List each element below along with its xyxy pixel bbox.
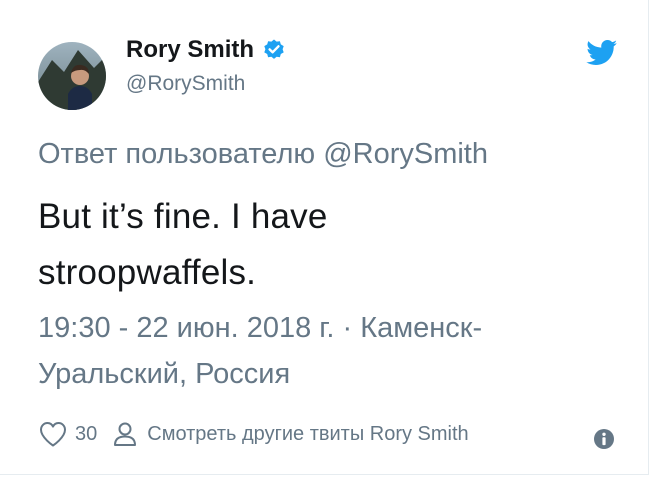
more-tweets-link[interactable]: Смотреть другие твиты Rory Smith [147,423,468,446]
verified-badge-icon [262,38,286,62]
twitter-bird-icon[interactable] [586,40,618,66]
heart-icon[interactable] [38,420,68,448]
author-name[interactable]: Rory Smith [126,36,254,64]
author-handle[interactable]: @RorySmith [126,72,245,96]
info-icon[interactable] [593,428,615,450]
avatar[interactable] [38,42,106,110]
tweet-timestamp[interactable]: 19:30 - 22 июн. 2018 г. [38,312,334,344]
reply-to-label: Ответ пользователю [38,138,316,170]
tweet-meta: 19:30 - 22 июн. 2018 г. · Каменск-Уральс… [38,305,618,397]
reply-to-mention[interactable]: @RorySmith [323,138,488,170]
author-name-row: Rory Smith [126,36,286,64]
reply-to-line: Ответ пользователю @RorySmith [38,136,488,172]
like-count[interactable]: 30 [75,423,97,446]
tweet-text: But it’s fine. I have stroopwaffels. [38,197,328,292]
meta-separator: · [342,312,353,344]
person-icon [113,421,137,447]
tweet-card: Rory Smith @RorySmith Ответ пользователю… [0,0,649,475]
tweet-actions: 30 Смотреть другие твиты Rory Smith [38,420,469,448]
avatar-image [38,42,106,110]
